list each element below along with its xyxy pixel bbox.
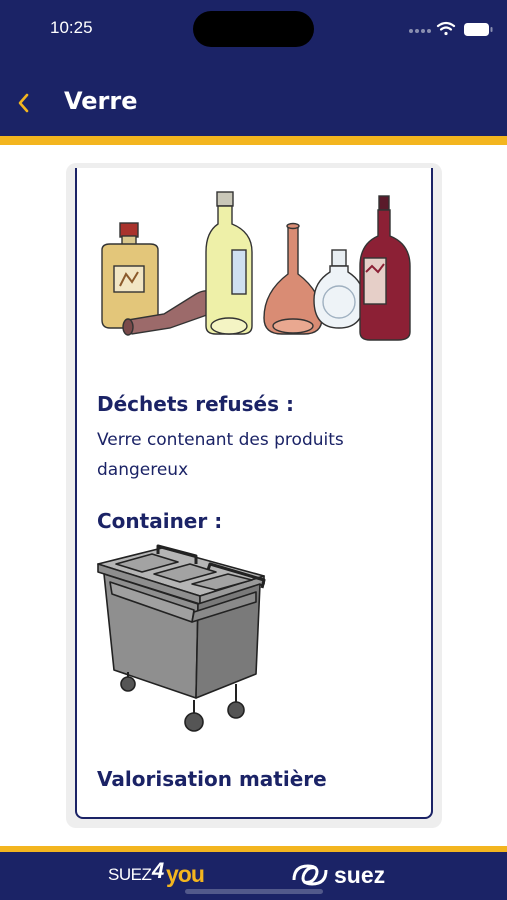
nav-divider [0,136,507,145]
waste-bin-illustration [97,544,266,732]
refused-waste-title: Déchets refusés : [97,392,294,416]
battery-icon [464,23,493,36]
suez4you-logo-number: 4 [152,858,165,883]
suez-logo: suez [290,860,405,892]
back-button[interactable] [10,84,40,120]
suez4you-logo-suffix: you [166,861,205,887]
suez-swirl-icon [292,864,328,886]
page-title: Verre [64,87,138,115]
wifi-icon [436,21,456,36]
refused-waste-text: Verre contenant des produits dangereux [97,430,344,480]
dynamic-island [193,11,314,47]
container-title: Container : [97,509,223,533]
valorisation-title: Valorisation matière [97,767,327,791]
chevron-left-icon [18,93,29,113]
glass-bottles-illustration [101,191,411,341]
home-indicator[interactable] [185,889,323,894]
status-icons [408,20,498,40]
status-time: 10:25 [50,18,93,37]
suez-logo-text: suez [334,862,386,888]
suez4you-logo-prefix: SUEZ [108,865,152,884]
status-bar: 10:25 [0,0,507,60]
suez4you-logo: SUEZ 4 you [108,858,218,892]
signal-dots-icon [409,29,431,33]
